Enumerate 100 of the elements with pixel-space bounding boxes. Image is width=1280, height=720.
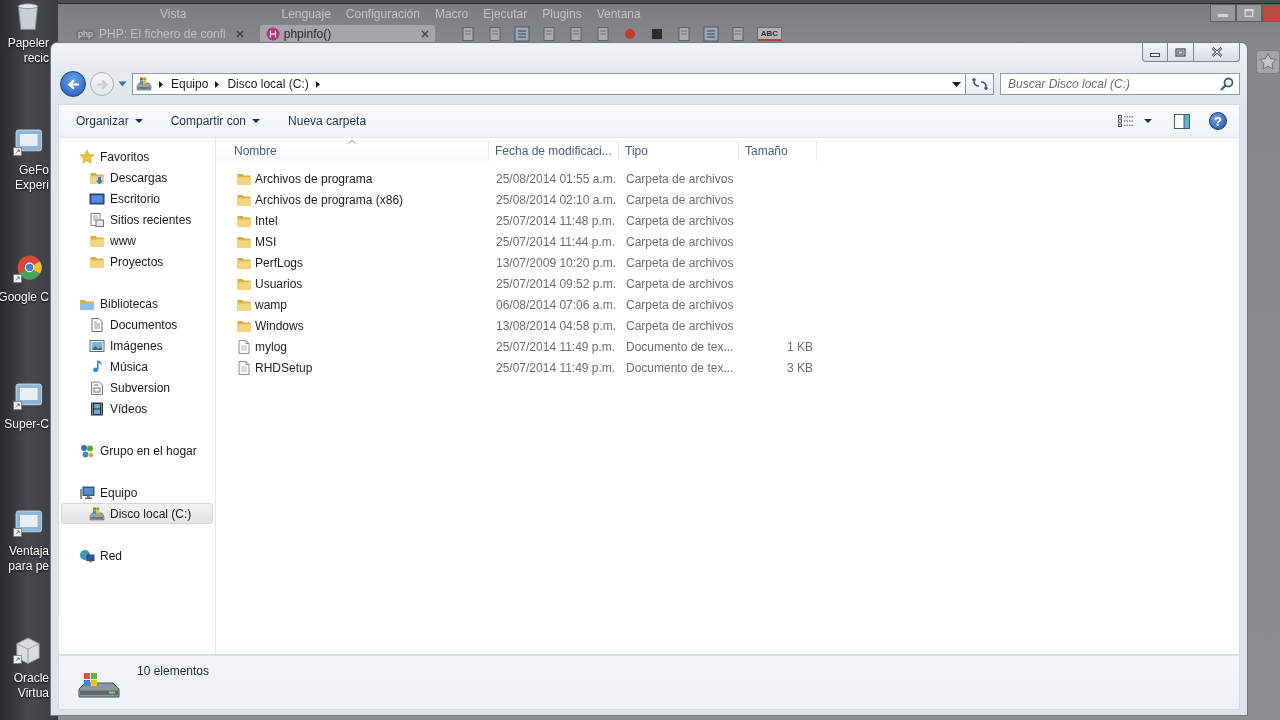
file-name: wamp: [255, 297, 287, 312]
shortcut-label[interactable]: Oracle Virtua: [13, 671, 50, 701]
php-logo: php: [76, 28, 96, 40]
search-icon[interactable]: [1220, 77, 1234, 91]
nav-item[interactable]: Equipo: [61, 482, 213, 503]
column-header[interactable]: Tipo: [619, 140, 739, 161]
breadcrumb[interactable]: Disco local (C:): [227, 77, 309, 91]
round-app-icon[interactable]: [12, 252, 44, 286]
page-icon[interactable]: [729, 26, 746, 42]
nav-item[interactable]: Documentos: [61, 314, 213, 335]
text-file-icon: [236, 359, 252, 376]
nav-item[interactable]: Disco local (C:): [61, 503, 213, 524]
file-type: Documento de tex...: [626, 360, 734, 375]
item-count: 10 elementos: [137, 664, 210, 678]
toolbar-button[interactable]: Nueva carpeta: [280, 109, 375, 133]
globe-icon: [79, 547, 95, 564]
nav-item[interactable]: www: [61, 230, 213, 251]
close-button[interactable]: [1194, 43, 1240, 62]
nav-item[interactable]: Imágenes: [61, 335, 213, 356]
page-icon[interactable]: [459, 26, 476, 42]
file-row[interactable]: Windows 13/08/2014 04:58 p.m. Carpeta de archivos: [216, 315, 817, 336]
minimize-icon: [1150, 53, 1160, 57]
nav-item[interactable]: Grupo en el hogar: [61, 440, 213, 461]
drive-icon: [89, 505, 105, 522]
file-type: Carpeta de archivos: [626, 276, 734, 291]
page-icon[interactable]: [567, 26, 584, 42]
column-header[interactable]: Nombre: [216, 140, 489, 161]
search-field[interactable]: Buscar Disco local (C:): [1000, 73, 1240, 95]
file-row[interactable]: PerfLogs 13/07/2009 10:20 p.m. Carpeta de archivos: [216, 252, 817, 273]
file-row[interactable]: wamp 06/08/2014 07:06 a.m. Carpeta de archivos: [216, 294, 817, 315]
shortcut-label[interactable]: Ventaja para pe: [8, 544, 50, 574]
arrow-left-icon: [66, 78, 80, 90]
file-row[interactable]: Archivos de programa 25/08/2014 01:55 a.m. Carpeta de archivos: [216, 168, 817, 189]
nav-item[interactable]: Favoritos: [61, 146, 213, 167]
list-view-icon[interactable]: [1118, 115, 1134, 127]
caret-icon: [134, 119, 143, 123]
nav-item[interactable]: Escritorio: [61, 188, 213, 209]
back-button[interactable]: [60, 71, 86, 97]
nav-item[interactable]: Red: [61, 545, 213, 566]
arrow-right-icon: [95, 78, 109, 90]
menu-button[interactable]: Organizar: [68, 109, 151, 133]
file-row[interactable]: mylog 25/07/2014 11:49 p.m. Documento de tex... 1 KB: [216, 336, 817, 357]
file-type: Documento de tex...: [626, 339, 734, 354]
modified-date: 25/08/2014 01:55 a.m.: [496, 171, 617, 186]
minimize-button[interactable]: [1142, 43, 1168, 62]
file-row[interactable]: Intel 25/07/2014 11:48 p.m. Carpeta de archivos: [216, 210, 817, 231]
preview-pane-icon[interactable]: [1174, 113, 1190, 129]
breadcrumb[interactable]: Equipo: [171, 77, 209, 91]
maximize-button[interactable]: [1236, 4, 1262, 22]
address-bar[interactable]: Equipo Disco local (C:): [132, 73, 966, 95]
page-icon[interactable]: [540, 26, 557, 42]
shortcut-label[interactable]: GeFo Experi: [15, 163, 50, 193]
nav-item[interactable]: Descargas: [61, 167, 213, 188]
nav-item[interactable]: Proyectos: [61, 251, 213, 272]
refresh-icon: [971, 77, 988, 91]
chevron-icon[interactable]: [315, 80, 320, 88]
file-row[interactable]: Usuarios 25/07/2014 09:52 p.m. Carpeta de archivos: [216, 273, 817, 294]
drive-icon: [136, 76, 152, 92]
tab[interactable]: phpinfo(): [259, 25, 435, 43]
modified-date: 25/07/2014 11:48 p.m.: [496, 213, 616, 228]
page-icon[interactable]: [594, 26, 611, 42]
maximize-icon: [1175, 47, 1186, 57]
people-dots-icon: [79, 442, 95, 459]
column-header[interactable]: Tamaño: [739, 140, 817, 161]
shortcut-label[interactable]: Super-C: [4, 417, 50, 432]
close-icon: [1210, 47, 1223, 57]
film-icon: [89, 400, 105, 417]
nav-item[interactable]: Bibliotecas: [61, 293, 213, 314]
file-row[interactable]: RHDSetup 25/07/2014 11:49 p.m. Documento de tex... 3 KB: [216, 357, 817, 378]
page-icon[interactable]: [486, 26, 503, 42]
picture-icon: [89, 337, 105, 354]
shortcut-label[interactable]: Papeler recic: [7, 36, 50, 66]
chevron-icon[interactable]: [215, 80, 220, 88]
modified-date: 13/07/2009 10:20 p.m.: [496, 255, 617, 270]
file-type: Carpeta de archivos: [626, 213, 734, 228]
file-type: Carpeta de archivos: [626, 234, 734, 249]
file-name: MSI: [255, 234, 277, 249]
file-name: Archivos de programa: [255, 171, 373, 186]
nav-item[interactable]: Subversion: [61, 377, 213, 398]
refresh-button[interactable]: [966, 73, 994, 95]
modified-date: 25/08/2014 02:10 a.m.: [496, 192, 617, 207]
file-type: Carpeta de archivos: [626, 297, 734, 312]
chevron-icon[interactable]: [159, 80, 163, 88]
column-header[interactable]: Fecha de modificaci...: [489, 140, 619, 161]
minimize-button[interactable]: [1210, 4, 1236, 22]
nav-item[interactable]: Música: [61, 356, 213, 377]
file-type: Carpeta de archivos: [626, 192, 734, 207]
nav-item[interactable]: Vídeos: [61, 398, 213, 419]
spell-check-button[interactable]: ABC: [756, 27, 783, 41]
file-name: Windows: [255, 318, 304, 333]
file-type: Carpeta de archivos: [626, 255, 734, 270]
page-icon[interactable]: [675, 26, 692, 42]
file-row[interactable]: MSI 25/07/2014 11:44 p.m. Carpeta de archivos: [216, 231, 817, 252]
menu-button[interactable]: Compartir con: [162, 109, 269, 133]
file-row[interactable]: Archivos de programa (x86) 25/08/2014 02:10 a.m. Carpeta de archivos: [216, 189, 817, 210]
file-name: Usuarios: [255, 276, 303, 291]
file-name: Intel: [255, 213, 278, 228]
caret-icon[interactable]: [1144, 119, 1152, 123]
nav-item[interactable]: Sitios recientes: [61, 209, 213, 230]
caret-icon[interactable]: [952, 81, 961, 87]
